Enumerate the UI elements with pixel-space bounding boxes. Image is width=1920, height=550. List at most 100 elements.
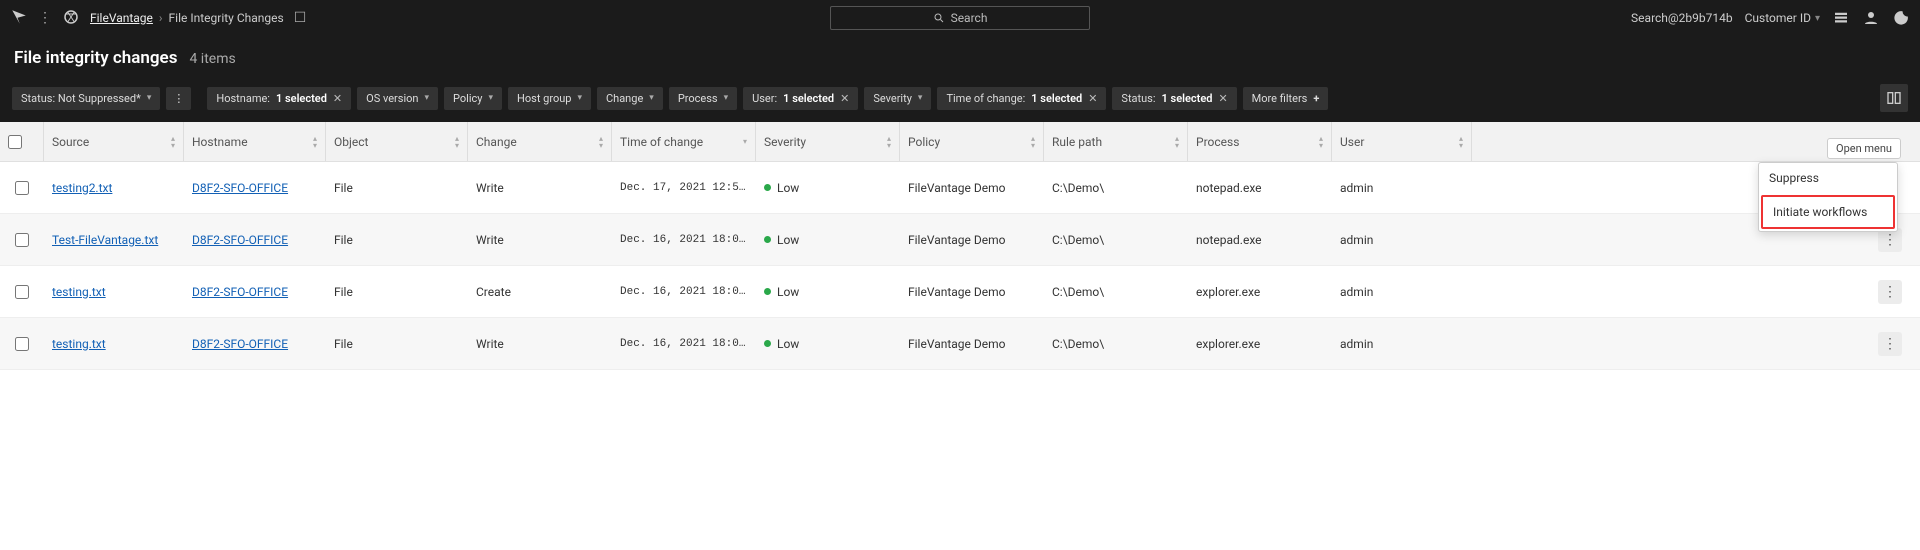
header-checkbox[interactable] <box>0 122 44 161</box>
row-checkbox[interactable] <box>0 285 44 299</box>
cell-rulepath: C:\Demo\ <box>1044 337 1188 351</box>
filter-chip[interactable]: Hostname: 1 selected✕ <box>207 87 351 110</box>
filter-chip[interactable]: Policy▾ <box>444 87 502 110</box>
cell-severity: Low <box>756 181 900 195</box>
dark-mode-icon[interactable] <box>1892 9 1910 27</box>
cell-time: Dec. 16, 2021 18:0… <box>612 234 756 246</box>
bookmark-icon[interactable]: ☐ <box>294 10 307 26</box>
cell-severity: Low <box>756 285 900 299</box>
cell-hostname: D8F2-SFO-OFFICE <box>184 285 326 299</box>
cell-user: admin <box>1332 285 1472 299</box>
cell-severity: Low <box>756 233 900 247</box>
cell-rulepath: C:\Demo\ <box>1044 181 1188 195</box>
row-checkbox[interactable] <box>0 233 44 247</box>
cell-process: explorer.exe <box>1188 337 1332 351</box>
breadcrumb-app-link[interactable]: FileVantage <box>90 11 153 25</box>
row-context-menu: Open menu Suppress Initiate workflows <box>1758 162 1898 232</box>
header-process[interactable]: Process▴▾ <box>1188 122 1332 161</box>
menu-item-initiate-workflows[interactable]: Initiate workflows <box>1761 195 1895 229</box>
filter-chip[interactable]: Severity▾ <box>864 87 931 110</box>
header-change[interactable]: Change▴▾ <box>468 122 612 161</box>
close-icon[interactable]: ✕ <box>840 92 849 105</box>
cell-user: admin <box>1332 233 1472 247</box>
columns-config-button[interactable] <box>1880 84 1908 112</box>
breadcrumb: FileVantage › File Integrity Changes <box>90 11 284 25</box>
filter-chip[interactable]: Host group▾ <box>508 87 591 110</box>
filter-chip[interactable]: OS version▾ <box>357 87 438 110</box>
hostname-link[interactable]: D8F2-SFO-OFFICE <box>192 181 288 195</box>
source-link[interactable]: testing.txt <box>52 285 106 299</box>
hostname-link[interactable]: D8F2-SFO-OFFICE <box>192 233 288 247</box>
cell-change: Write <box>468 181 612 195</box>
header-object[interactable]: Object▴▾ <box>326 122 468 161</box>
item-count: 4 items <box>189 51 235 67</box>
cell-source: testing.txt <box>44 285 184 299</box>
cell-policy: FileVantage Demo <box>900 285 1044 299</box>
more-filters-button[interactable]: More filters+ <box>1243 87 1329 110</box>
hostname-link[interactable]: D8F2-SFO-OFFICE <box>192 337 288 351</box>
header-policy[interactable]: Policy▴▾ <box>900 122 1044 161</box>
chevron-right-icon: › <box>159 11 163 25</box>
header-hostname[interactable]: Hostname▴▾ <box>184 122 326 161</box>
filter-chip[interactable]: Change▾ <box>597 87 663 110</box>
row-checkbox[interactable] <box>0 337 44 351</box>
cell-time: Dec. 16, 2021 18:0… <box>612 286 756 298</box>
cell-process: notepad.exe <box>1188 181 1332 195</box>
cell-object: File <box>326 181 468 195</box>
cell-change: Write <box>468 337 612 351</box>
filter-status-primary[interactable]: Status: Not Suppressed*▾ <box>12 87 160 110</box>
close-icon[interactable]: ✕ <box>1088 92 1097 105</box>
cell-hostname: D8F2-SFO-OFFICE <box>184 337 326 351</box>
cell-process: explorer.exe <box>1188 285 1332 299</box>
filter-chip[interactable]: Process▾ <box>669 87 737 110</box>
hostname-link[interactable]: D8F2-SFO-OFFICE <box>192 285 288 299</box>
cell-rulepath: C:\Demo\ <box>1044 233 1188 247</box>
customer-id-dropdown[interactable]: Customer ID▾ <box>1745 11 1820 25</box>
source-link[interactable]: testing.txt <box>52 337 106 351</box>
cell-object: File <box>326 233 468 247</box>
nav-kebab-icon[interactable]: ⋮ <box>38 11 52 25</box>
close-icon[interactable]: ✕ <box>1218 92 1227 105</box>
falcon-logo-icon[interactable] <box>10 8 28 29</box>
row-actions-button[interactable]: ⋮ <box>1878 332 1902 356</box>
cell-severity: Low <box>756 337 900 351</box>
cell-policy: FileVantage Demo <box>900 233 1044 247</box>
top-nav-bar: ⋮ FileVantage › File Integrity Changes ☐… <box>0 0 1920 36</box>
cell-rulepath: C:\Demo\ <box>1044 285 1188 299</box>
header-severity[interactable]: Severity▴▾ <box>756 122 900 161</box>
cell-actions: ⋮ <box>1860 280 1920 304</box>
table-row: testing2.txt D8F2-SFO-OFFICE FileWriteDec.… <box>0 162 1920 214</box>
app-aperture-icon[interactable] <box>62 8 80 29</box>
filter-chip[interactable]: User: 1 selected✕ <box>743 87 858 110</box>
close-icon[interactable]: ✕ <box>333 92 342 105</box>
open-menu-tooltip: Open menu <box>1827 138 1901 159</box>
filter-chip[interactable]: Time of change: 1 selected✕ <box>937 87 1106 110</box>
cell-object: File <box>326 285 468 299</box>
filter-chip[interactable]: Status: 1 selected✕ <box>1112 87 1236 110</box>
page-header: File integrity changes 4 items <box>0 36 1920 78</box>
table-row: Test-FileVantage.txtD8F2-SFO-OFFICEFileW… <box>0 214 1920 266</box>
header-time[interactable]: Time of change▾ <box>612 122 756 161</box>
filter-kebab-button[interactable]: ⋮ <box>166 87 191 110</box>
source-link[interactable]: Test-FileVantage.txt <box>52 233 158 247</box>
account-label: Search@2b9b714b <box>1631 11 1733 25</box>
cell-process: notepad.exe <box>1188 233 1332 247</box>
header-user[interactable]: User▴▾ <box>1332 122 1472 161</box>
source-link[interactable]: testing2.txt <box>52 181 112 195</box>
row-actions-button[interactable]: ⋮ <box>1878 280 1902 304</box>
cell-hostname: D8F2-SFO-OFFICE <box>184 181 326 195</box>
menu-item-suppress[interactable]: Suppress <box>1759 163 1897 193</box>
header-rulepath[interactable]: Rule path▴▾ <box>1044 122 1188 161</box>
cell-change: Create <box>468 285 612 299</box>
changes-table: Source▴▾ Hostname▴▾ Object▴▾ Change▴▾ Ti… <box>0 122 1920 370</box>
header-source[interactable]: Source▴▾ <box>44 122 184 161</box>
cell-policy: FileVantage Demo <box>900 181 1044 195</box>
search-placeholder: Search <box>951 11 988 25</box>
breadcrumb-current: File Integrity Changes <box>169 11 284 25</box>
profile-icon[interactable] <box>1862 9 1880 27</box>
cell-time: Dec. 17, 2021 12:5… <box>612 182 756 194</box>
global-search-input[interactable]: Search <box>830 6 1090 30</box>
stack-icon[interactable] <box>1832 9 1850 27</box>
row-checkbox[interactable] <box>0 181 44 195</box>
table-row: testing.txt D8F2-SFO-OFFICE FileCreateDec.… <box>0 266 1920 318</box>
